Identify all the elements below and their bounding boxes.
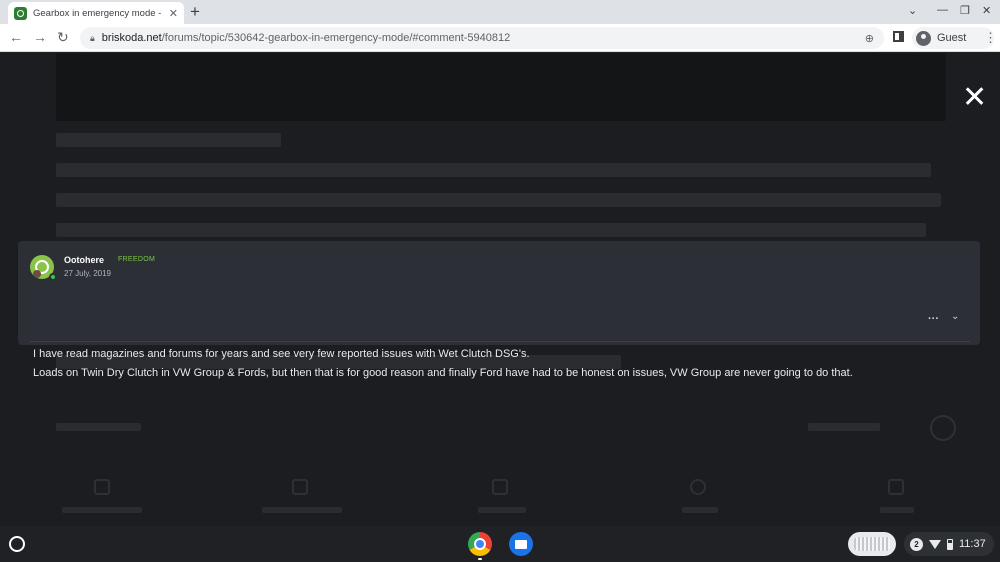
new-tab-button[interactable]: + [190,2,200,22]
url-text: briskoda.net/forums/topic/530642-gearbox… [102,32,510,44]
background-search-icon [690,479,706,495]
page-viewport: ✕ Ootohere FREEDOM 27 July, 2019 ··· I h… [0,53,1000,526]
quoted-post-card: Ootohere FREEDOM 27 July, 2019 ··· I hav… [18,241,980,379]
browser-toolbar: ← → ↻ 🔒︎ briskoda.net/forums/topic/53064… [0,24,1000,52]
url-path: /forums/topic/530642-gearbox-in-emergenc… [161,32,511,44]
launcher-icon[interactable] [9,536,25,552]
tab-search-icon[interactable]: ⌄ [908,4,917,17]
divider [30,341,970,342]
background-nav-label [62,507,142,513]
background-nav-icon [492,479,508,495]
background-text-line [56,223,926,237]
side-panel-icon[interactable] [893,31,904,42]
tab-strip: Gearbox in emergency mode - Sk ✕ + ⌄ — ❐… [0,0,1000,24]
profile-label: Guest [937,32,967,44]
expand-chevron-down-icon[interactable]: ⌄ [951,311,959,322]
background-text-line [56,133,281,147]
restore-button[interactable]: ❐ [960,4,970,17]
browser-menu-icon[interactable]: ⋮ [984,30,997,46]
background-nav-icon [94,479,110,495]
more-options-icon[interactable]: ··· [928,313,939,325]
active-app-indicator [478,558,482,560]
minimize-button[interactable]: — [937,4,948,16]
post-body-line-2: Loads on Twin Dry Clutch in VW Group & F… [33,367,853,379]
reload-icon[interactable]: ↻ [57,29,69,46]
post-body-line-1: I have read magazines and forums for yea… [33,348,530,360]
chrome-app-icon[interactable] [468,532,492,556]
files-app-icon[interactable] [509,532,533,556]
background-text-line [56,163,931,177]
holding-space-icon[interactable] [848,532,896,556]
tab-title: Gearbox in emergency mode - Sk [33,7,161,19]
back-arrow-icon[interactable]: ← [9,29,23,45]
forward-arrow-icon[interactable]: → [33,29,47,45]
close-icon[interactable]: ✕ [962,83,987,113]
zoom-icon[interactable]: ⊕ [865,32,874,45]
post-date[interactable]: 27 July, 2019 [64,269,111,278]
background-nav-icon [292,479,308,495]
notification-count: 2 [910,537,923,551]
wifi-icon [929,539,941,549]
battery-icon [947,538,953,550]
guest-avatar-icon [916,30,931,46]
lock-icon[interactable]: 🔒︎ [90,33,95,44]
background-text-line [56,423,141,431]
online-status-icon [49,273,57,281]
background-text-line [56,193,941,207]
background-nav-label [880,507,914,513]
background-embed [56,53,946,121]
background-text-line [808,423,880,431]
tab-active[interactable]: Gearbox in emergency mode - Sk ✕ [8,2,184,24]
tab-close-icon[interactable]: ✕ [169,7,178,20]
status-tray[interactable]: 2 11:37 [904,532,994,556]
background-nav-label [262,507,342,513]
window-close-button[interactable]: ✕ [982,4,991,17]
member-badge: FREEDOM [118,256,156,263]
address-bar[interactable]: 🔒︎ briskoda.net/forums/topic/530642-gear… [80,27,884,49]
post-author[interactable]: Ootohere [64,255,104,265]
background-reaction-icon [930,415,956,441]
site-favicon-icon [14,6,27,20]
background-menu-icon [888,479,904,495]
background-nav-label [682,507,718,513]
background-nav-label [478,507,526,513]
system-shelf: 2 11:37 [0,526,1000,562]
url-host: briskoda.net [101,32,162,44]
profile-button[interactable]: Guest [912,27,994,49]
clock: 11:37 [959,538,986,550]
